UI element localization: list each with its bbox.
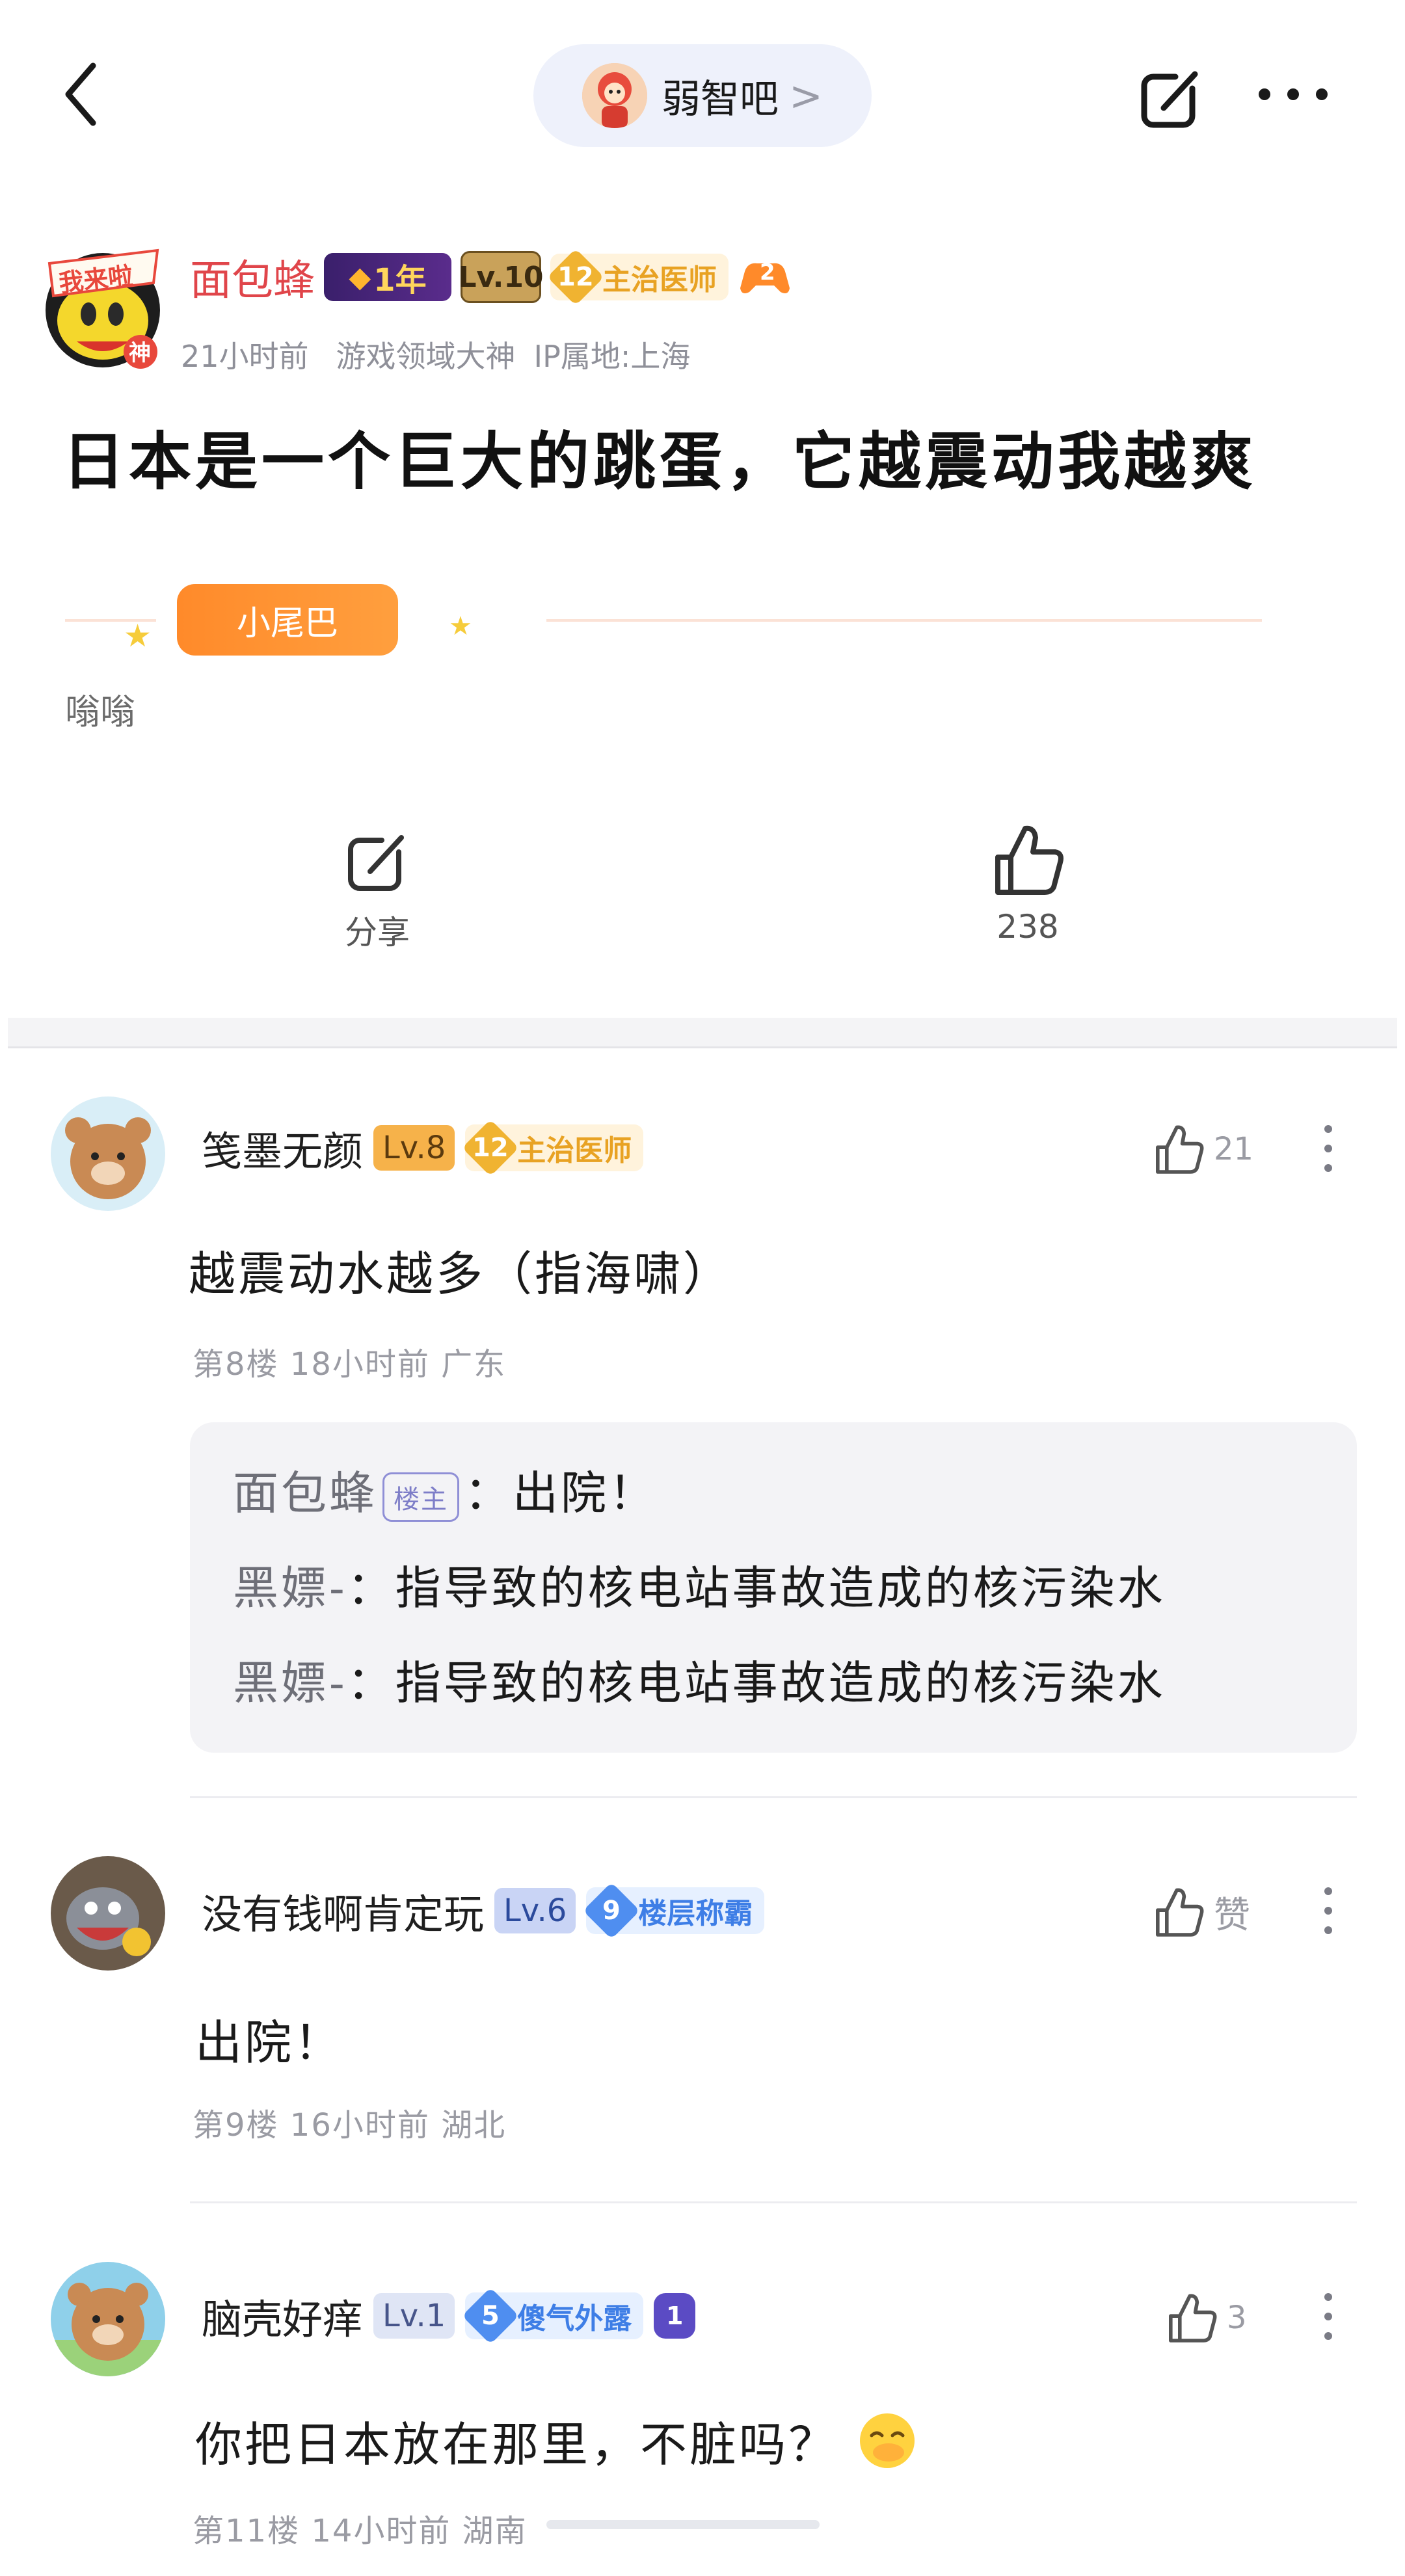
tail-text: 嗡嗡 [65,691,135,732]
comment-more-button[interactable] [1324,2293,1333,2340]
section-separator [8,1018,1397,1048]
comment-meta: 第9楼 16小时前 湖北 [193,2107,507,2144]
comment-body: 你把日本放在那里，不脏吗？ [195,2417,838,2472]
diamond-icon: ◆ [349,260,371,294]
commenter-avatar[interactable] [51,1856,165,1971]
game-badge-icon: 2 [738,254,792,300]
share-action[interactable]: 分享 [312,826,442,953]
post-meta: 21小时前 游戏领域大神 IP属地:上海 [181,333,690,376]
commenter-name[interactable]: 没有钱啊肯定玩 [202,1881,484,1940]
forum-name: 弱智吧 [662,76,779,122]
commenter-name[interactable]: 笺墨无颜 [202,1119,363,1177]
years-badge: ◆ 1年 [324,253,451,301]
chevron-right-icon: > [789,72,823,120]
author-row: 面包蜂 ◆ 1年 Lv.10 12 主治医师 2 [190,247,792,307]
share-icon [348,835,404,891]
more-dot-icon [1287,88,1299,100]
thumbs-up-icon [1169,2294,1217,2343]
level-badge: Lv.6 [494,1888,576,1933]
star-icon: ★ [124,618,152,654]
thumbs-up-icon [1156,1888,1204,1937]
comment-header: 脑壳好痒 Lv.1 5 傻气外露 1 [202,2287,696,2345]
giggle-emoji-icon [860,2413,915,2468]
comment-more-button[interactable] [1324,1125,1333,1172]
level-badge: Lv.8 [373,1125,455,1171]
scroll-indicator [546,2520,820,2529]
author-name[interactable]: 面包蜂 [190,247,315,307]
share-button[interactable] [1135,62,1207,137]
title-badge: 12 主治医师 [462,1119,644,1176]
comment-like[interactable]: 21 [1151,1122,1253,1176]
tail-divider [546,619,1262,622]
god-badge: 神 [129,340,151,366]
level-badge: Lv.1 [373,2293,455,2339]
comment-body: 越震动水越多（指海啸） [189,1247,733,1301]
comment-meta: 第11楼 14小时前 湖南 [193,2513,528,2549]
op-tag: 楼主 [382,1472,459,1522]
medal-badge-icon: 1 [654,2293,696,2339]
comment-divider [190,1796,1357,1798]
comment-header: 没有钱啊肯定玩 Lv.6 9 楼层称霸 [202,1881,765,1940]
comment-like[interactable]: 赞 [1151,1885,1250,1939]
author-tag: 游戏领域大神 [336,339,516,374]
level-badge: Lv.10 [458,251,544,303]
more-button[interactable] [1259,88,1328,100]
title-badge: 5 傻气外露 [462,2287,644,2344]
like-action[interactable]: 238 [963,821,1093,946]
comment-like[interactable]: 3 [1164,2291,1247,2345]
thumbs-up-icon [1156,1125,1204,1174]
author-avatar[interactable]: 我来啦 神 [43,237,164,371]
thumbs-up-icon [995,825,1064,895]
share-icon [1141,71,1198,128]
ip-location: IP属地:上海 [533,339,691,374]
comment-more-button[interactable] [1324,1887,1333,1934]
comment-header: 笺墨无颜 Lv.8 12 主治医师 [202,1119,644,1177]
title-badge: 12 主治医师 [547,248,729,306]
reply-line[interactable]: 面包蜂 楼主 ：出院！ [233,1457,657,1522]
comment-divider [190,2201,1357,2203]
post-time: 21小时前 [181,339,309,374]
star-icon: ★ [449,611,472,641]
comment-meta: 第8楼 18小时前 广东 [193,1346,507,1383]
chevron-left-icon [65,62,96,126]
reply-line[interactable]: 黑嫖-：指导致的核电站事故造成的核污染水 [233,1552,1166,1617]
forum-avatar [582,63,648,128]
comment-body: 出院！ [195,2015,344,2070]
comment-body-row: 你把日本放在那里，不脏吗？ [195,2406,918,2475]
commenter-avatar[interactable] [51,2262,165,2376]
commenter-name[interactable]: 脑壳好痒 [202,2287,363,2345]
tail-badge: 小尾巴 [177,584,398,656]
back-button[interactable] [62,62,101,127]
commenter-avatar[interactable] [51,1096,165,1211]
more-dot-icon [1259,88,1270,100]
forum-pill[interactable]: 弱智吧 > [533,44,872,147]
more-dot-icon [1316,88,1328,100]
title-badge: 9 楼层称霸 [583,1882,765,1939]
post-title: 日本是一个巨大的跳蛋，它越震动我越爽 [62,425,1257,498]
reply-line[interactable]: 黑嫖-：指导致的核电站事故造成的核污染水 [233,1647,1166,1712]
